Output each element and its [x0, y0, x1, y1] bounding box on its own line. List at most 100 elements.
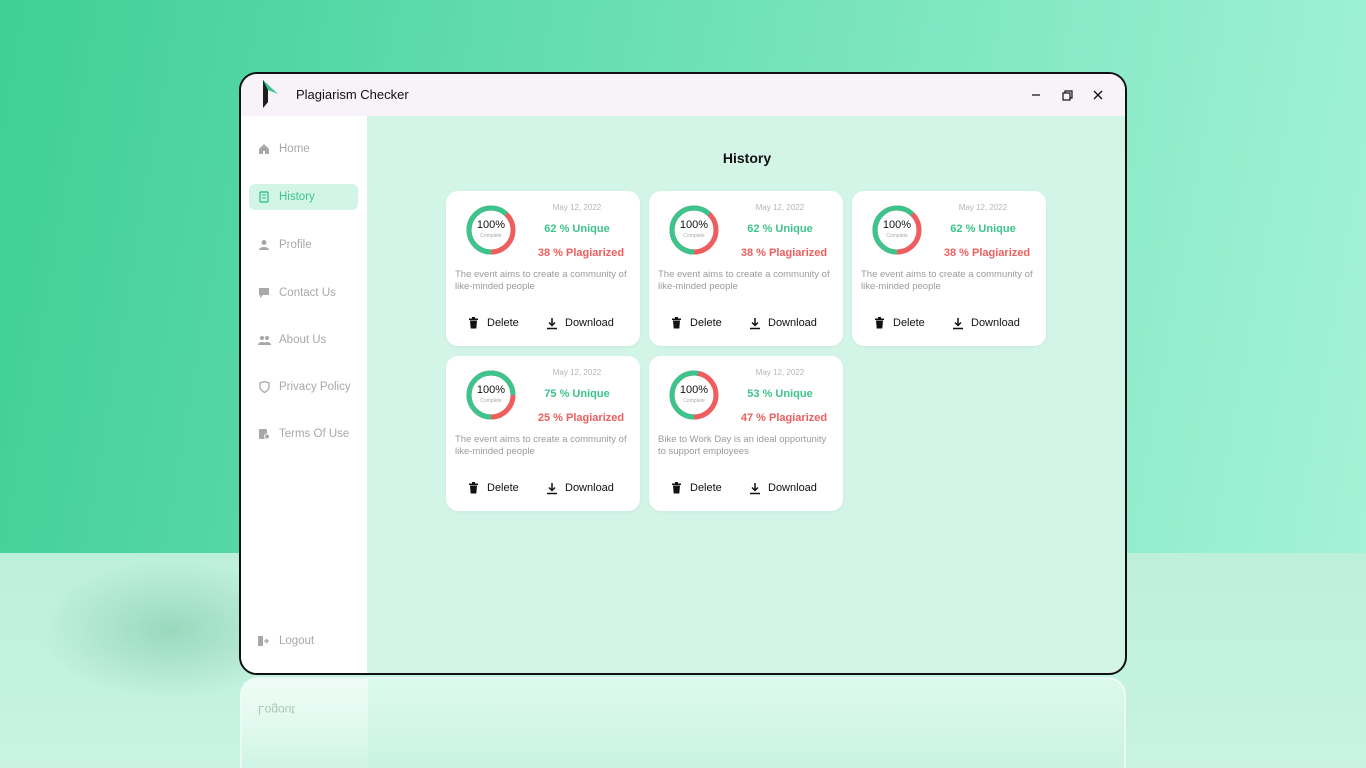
maximize-button[interactable]: [1056, 84, 1078, 106]
plagiarized-percent: 47 % Plagiarized: [740, 412, 828, 424]
delete-button[interactable]: Delete: [468, 315, 519, 331]
card-description: The event aims to create a community of …: [658, 269, 830, 292]
progress-label: Complete: [480, 233, 502, 239]
delete-label: Delete: [487, 482, 519, 494]
card-description: The event aims to create a community of …: [455, 269, 627, 292]
app-window: Plagiarism Checker Home History Profile …: [239, 72, 1127, 675]
history-card: 100% Complete May 12, 2022 62 % Unique 3…: [852, 191, 1046, 346]
unique-percent: 62 % Unique: [950, 223, 1016, 235]
sidebar: Home History Profile Contact Us About Us: [241, 116, 367, 673]
download-button[interactable]: Download: [546, 315, 614, 331]
history-icon: [257, 190, 271, 204]
unique-percent: 62 % Unique: [747, 223, 813, 235]
card-date: May 12, 2022: [755, 368, 805, 377]
sidebar-item-label: Privacy Policy: [279, 381, 351, 393]
download-label: Download: [565, 482, 614, 494]
progress-percent: 100%: [679, 384, 709, 396]
sidebar-item-terms-of-use[interactable]: Terms Of Use: [249, 421, 358, 447]
history-card: 100% Complete May 12, 2022 62 % Unique 3…: [446, 191, 640, 346]
unique-percent: 53 % Unique: [747, 388, 813, 400]
document-icon: [257, 427, 271, 441]
progress-label: Complete: [683, 398, 705, 404]
plagiarized-percent: 25 % Plagiarized: [537, 412, 625, 424]
home-icon: [257, 142, 271, 156]
app-logo-icon: [259, 78, 283, 112]
sidebar-item-label: Profile: [279, 239, 312, 251]
download-label: Download: [565, 317, 614, 329]
card-date: May 12, 2022: [552, 368, 602, 377]
trash-icon: [671, 317, 683, 330]
main-content: History 100% Complete May 12, 2022 62 % …: [367, 116, 1125, 673]
delete-label: Delete: [690, 317, 722, 329]
plagiarized-percent: 38 % Plagiarized: [537, 247, 625, 259]
delete-label: Delete: [487, 317, 519, 329]
sidebar-item-label: Terms Of Use: [279, 428, 350, 440]
app-title: Plagiarism Checker: [296, 87, 409, 102]
progress-percent: 100%: [882, 219, 912, 231]
trash-icon: [874, 317, 886, 330]
download-button[interactable]: Download: [952, 315, 1020, 331]
reflection-sidebar: [242, 679, 368, 768]
sidebar-item-history[interactable]: History: [249, 184, 358, 210]
progress-label: Complete: [886, 233, 908, 239]
download-icon: [952, 317, 964, 330]
sidebar-item-label: Home: [279, 143, 310, 155]
download-icon: [749, 317, 761, 330]
plagiarized-percent: 38 % Plagiarized: [740, 247, 828, 259]
progress-percent: 100%: [476, 384, 506, 396]
delete-label: Delete: [893, 317, 925, 329]
download-label: Download: [768, 482, 817, 494]
download-icon: [749, 482, 761, 495]
users-icon: [257, 333, 271, 347]
unique-percent: 62 % Unique: [544, 223, 610, 235]
card-description: The event aims to create a community of …: [455, 434, 627, 457]
download-button[interactable]: Download: [546, 480, 614, 496]
sidebar-item-label: About Us: [279, 334, 327, 346]
delete-label: Delete: [690, 482, 722, 494]
progress-percent: 100%: [679, 219, 709, 231]
reflection-logout-text: Logout: [258, 703, 295, 717]
logout-icon: [257, 634, 271, 648]
download-label: Download: [768, 317, 817, 329]
download-label: Download: [971, 317, 1020, 329]
sidebar-item-label: Contact Us: [279, 287, 336, 299]
card-description: The event aims to create a community of …: [861, 269, 1033, 292]
shield-icon: [257, 380, 271, 394]
delete-button[interactable]: Delete: [874, 315, 925, 331]
history-card: 100% Complete May 12, 2022 62 % Unique 3…: [649, 191, 843, 346]
close-button[interactable]: [1087, 84, 1109, 106]
delete-button[interactable]: Delete: [671, 315, 722, 331]
title-bar: Plagiarism Checker: [241, 74, 1125, 116]
logout-button[interactable]: Logout: [249, 628, 314, 654]
trash-icon: [671, 482, 683, 495]
download-button[interactable]: Download: [749, 315, 817, 331]
card-date: May 12, 2022: [552, 203, 602, 212]
history-card: 100% Complete May 12, 2022 75 % Unique 2…: [446, 356, 640, 511]
sidebar-item-about-us[interactable]: About Us: [249, 327, 358, 353]
delete-button[interactable]: Delete: [468, 480, 519, 496]
minimize-button[interactable]: [1025, 84, 1047, 106]
page-title: History: [722, 150, 772, 166]
plagiarized-percent: 38 % Plagiarized: [943, 247, 1031, 259]
card-date: May 12, 2022: [958, 203, 1008, 212]
sidebar-item-label: History: [279, 191, 315, 203]
logout-label: Logout: [279, 635, 315, 647]
user-icon: [257, 238, 271, 252]
progress-label: Complete: [683, 233, 705, 239]
sidebar-item-home[interactable]: Home: [249, 136, 358, 162]
window-reflection: Logout: [240, 677, 1126, 768]
progress-percent: 100%: [476, 219, 506, 231]
trash-icon: [468, 317, 480, 330]
sidebar-item-contact-us[interactable]: Contact Us: [249, 280, 358, 306]
progress-label: Complete: [480, 398, 502, 404]
download-icon: [546, 482, 558, 495]
download-button[interactable]: Download: [749, 480, 817, 496]
unique-percent: 75 % Unique: [544, 388, 610, 400]
download-icon: [546, 317, 558, 330]
delete-button[interactable]: Delete: [671, 480, 722, 496]
card-description: Bike to Work Day is an ideal opportunity…: [658, 434, 827, 457]
chat-icon: [257, 286, 271, 300]
sidebar-item-profile[interactable]: Profile: [249, 232, 358, 258]
sidebar-item-privacy-policy[interactable]: Privacy Policy: [249, 374, 358, 400]
history-card: 100% Complete May 12, 2022 53 % Unique 4…: [649, 356, 843, 511]
